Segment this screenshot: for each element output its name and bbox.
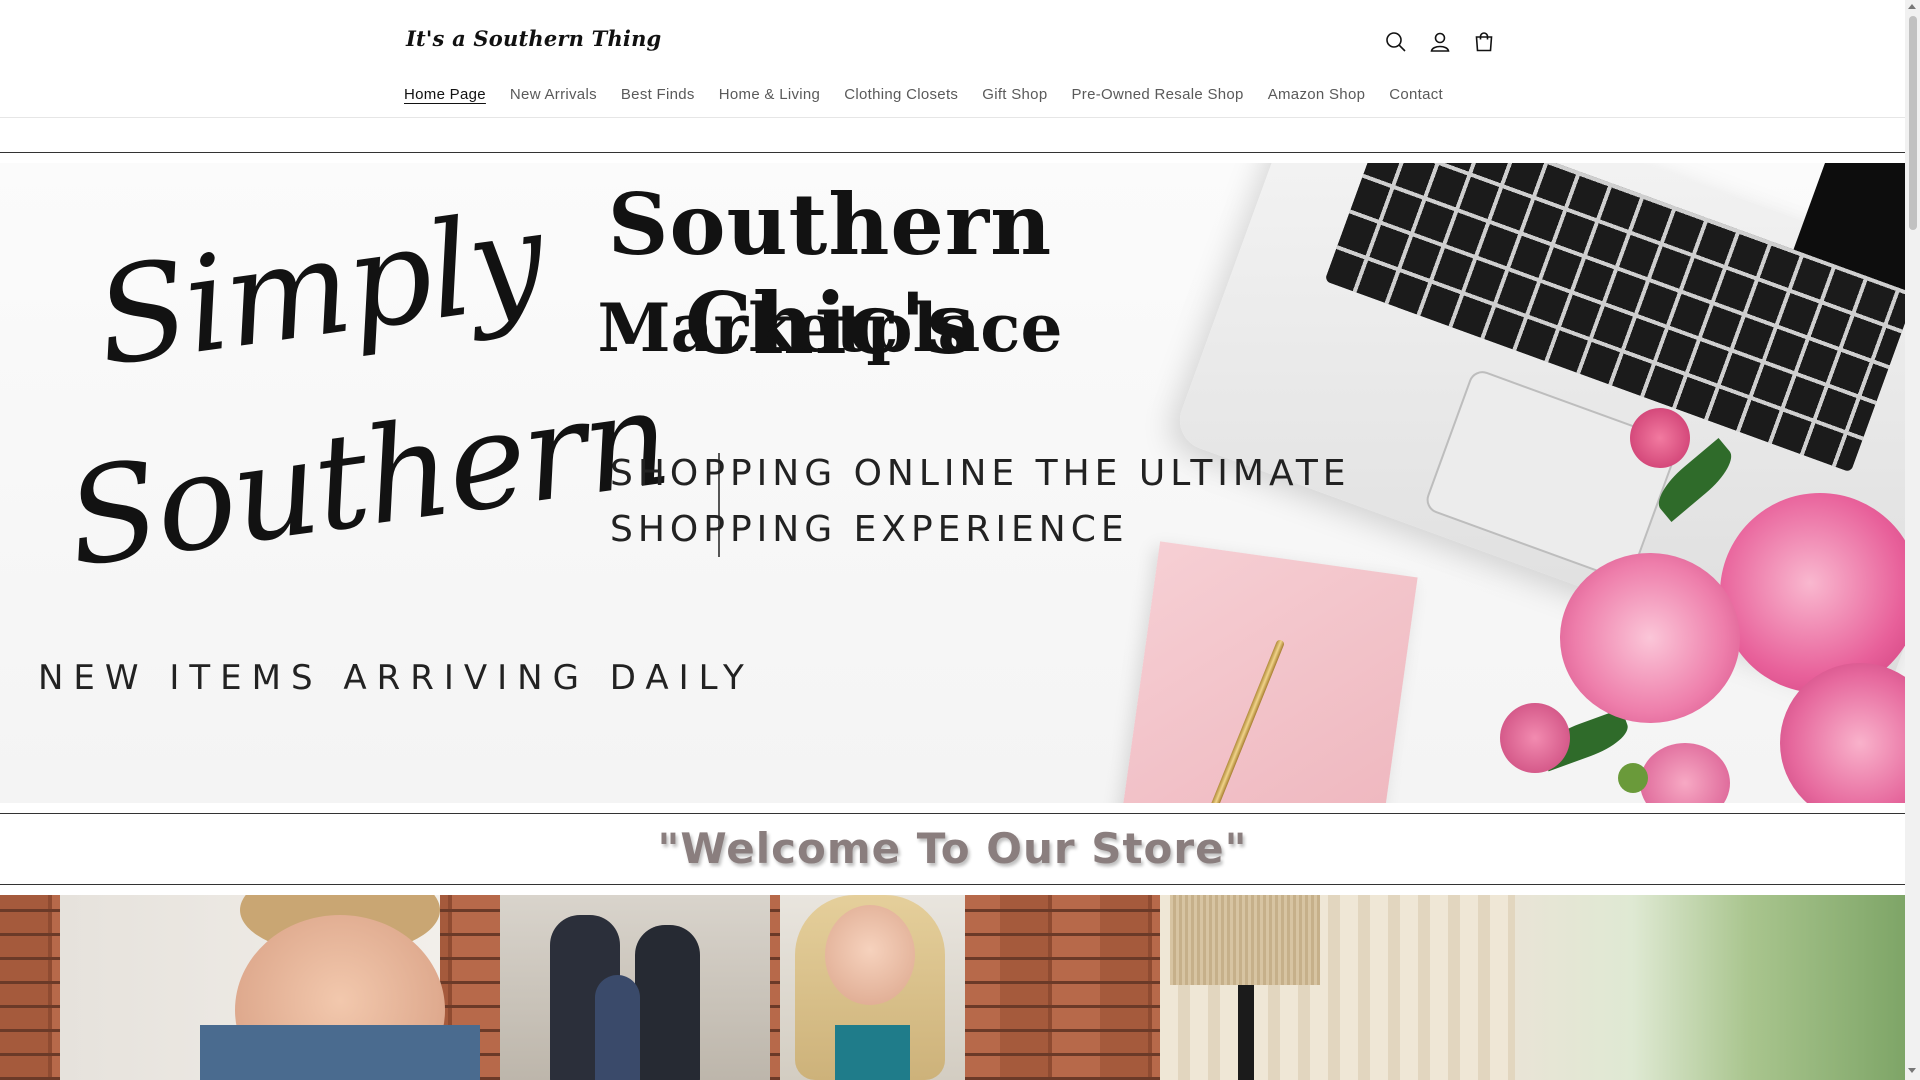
site-header: It's a Southern Thing Home Page New Arri… (0, 0, 1905, 118)
nav-item-gift-shop[interactable]: Gift Shop (970, 80, 1059, 109)
hero-script-line2: Southern (58, 360, 677, 598)
hero-script-line1: Simply (87, 181, 552, 397)
canvas-print-boy (60, 895, 480, 1080)
canvas-print-girl (780, 895, 965, 1080)
page-scrollbar[interactable] (1905, 0, 1920, 1080)
hero-subtitle: Marketplace (597, 289, 1063, 367)
new-items-arriving-text: NEW ITEMS ARRIVING DAILY (38, 658, 754, 698)
hero-banner[interactable]: Simply Southern Southern Chic's Marketpl… (0, 163, 1905, 803)
cart-icon[interactable] (1472, 24, 1496, 60)
header-icons (1384, 24, 1496, 60)
nav-item-home-page[interactable]: Home Page (392, 80, 498, 109)
scroll-down-arrow[interactable] (1908, 1068, 1916, 1073)
scroll-up-arrow[interactable] (1908, 4, 1916, 9)
main-nav: Home Page New Arrivals Best Finds Home &… (392, 80, 1455, 109)
site-logo[interactable]: It's a Southern Thing (406, 26, 661, 51)
nav-item-pre-owned-resale-shop[interactable]: Pre-Owned Resale Shop (1059, 80, 1255, 109)
nav-item-clothing-closets[interactable]: Clothing Closets (832, 80, 970, 109)
hero-tagline-line1: SHOPPING ONLINE THE ULTIMATE (610, 453, 1351, 494)
account-icon[interactable] (1428, 24, 1452, 60)
welcome-heading: "Welcome To Our Store" (657, 823, 1248, 873)
section-divider (0, 152, 1905, 153)
nav-item-amazon-shop[interactable]: Amazon Shop (1256, 80, 1378, 109)
welcome-section: "Welcome To Our Store" (0, 813, 1905, 883)
hero-tagline-line2: SHOPPING EXPERIENCE (610, 509, 1129, 550)
nav-item-new-arrivals[interactable]: New Arrivals (498, 80, 609, 109)
search-icon[interactable] (1384, 24, 1408, 60)
lamp-image (1170, 895, 1320, 985)
canvas-print-family (500, 895, 770, 1080)
scroll-thumb[interactable] (1909, 16, 1917, 230)
nav-item-home-living[interactable]: Home & Living (707, 80, 832, 109)
nav-item-contact[interactable]: Contact (1377, 80, 1455, 109)
section-divider (0, 884, 1905, 885)
nav-item-best-finds[interactable]: Best Finds (609, 80, 707, 109)
canvas-prints-photo[interactable] (0, 895, 1905, 1080)
